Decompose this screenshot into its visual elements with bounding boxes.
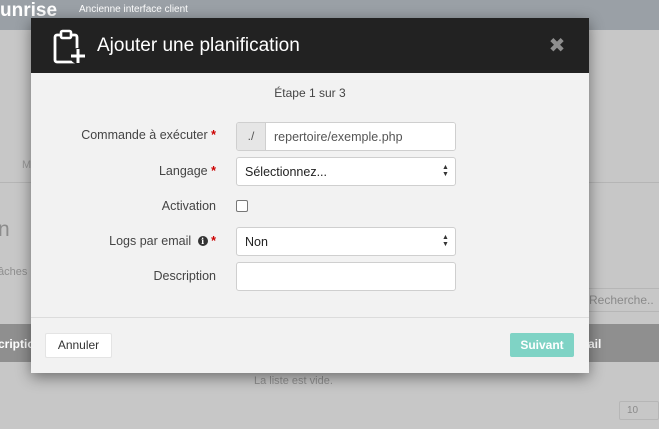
- command-label: Commande à exécuter *: [81, 128, 216, 142]
- modal-title: Ajouter une planification: [97, 35, 300, 56]
- menu-fragment: M: [22, 159, 32, 171]
- next-button[interactable]: Suivant: [510, 333, 574, 357]
- command-label-text: Commande à exécuter: [81, 128, 208, 142]
- description-input[interactable]: [236, 262, 456, 291]
- add-schedule-modal: Ajouter une planification ✖ Étape 1 sur …: [31, 18, 589, 373]
- email-logs-select-value: Non: [245, 235, 268, 249]
- language-label: Langage *: [159, 164, 216, 178]
- cancel-button[interactable]: Annuler: [45, 333, 112, 358]
- modal-footer: Annuler Suivant: [31, 317, 589, 373]
- legacy-interface-link[interactable]: Ancienne interface client: [79, 4, 188, 15]
- tasks-label: tâches: [0, 266, 28, 278]
- modal-header: Ajouter une planification ✖: [31, 18, 589, 73]
- description-label: Description: [153, 269, 216, 283]
- command-input[interactable]: [266, 123, 455, 150]
- clipboard-add-icon: [53, 29, 86, 64]
- select-arrows-icon: ▲ ▼: [442, 234, 449, 248]
- email-logs-label: Logs par email i *: [109, 234, 216, 248]
- required-mark: *: [211, 164, 216, 178]
- command-prefix: ./: [237, 123, 266, 150]
- empty-list-message: La liste est vide.: [254, 375, 333, 387]
- page-size-select[interactable]: 10: [619, 401, 659, 420]
- step-indicator: Étape 1 sur 3: [274, 86, 346, 100]
- description-label-text: Description: [153, 269, 216, 283]
- page-heading: n: [0, 218, 10, 241]
- activation-label: Activation: [162, 199, 216, 213]
- language-select[interactable]: Sélectionnez... ▲ ▼: [236, 157, 456, 186]
- required-mark: *: [211, 234, 216, 248]
- select-arrows-icon: ▲ ▼: [442, 164, 449, 178]
- command-input-group: ./: [236, 122, 456, 151]
- required-mark: *: [211, 128, 216, 142]
- column-header-email[interactable]: ail: [588, 337, 601, 351]
- close-icon[interactable]: ✖: [547, 36, 567, 56]
- email-logs-select[interactable]: Non ▲ ▼: [236, 227, 456, 256]
- activation-checkbox[interactable]: [236, 200, 248, 212]
- search-input[interactable]: Recherche..: [584, 288, 659, 312]
- language-select-value: Sélectionnez...: [245, 165, 327, 179]
- email-logs-label-text: Logs par email: [109, 234, 192, 248]
- activation-label-text: Activation: [161, 199, 216, 213]
- language-label-text: Langage: [158, 164, 208, 178]
- info-icon[interactable]: i: [197, 236, 208, 246]
